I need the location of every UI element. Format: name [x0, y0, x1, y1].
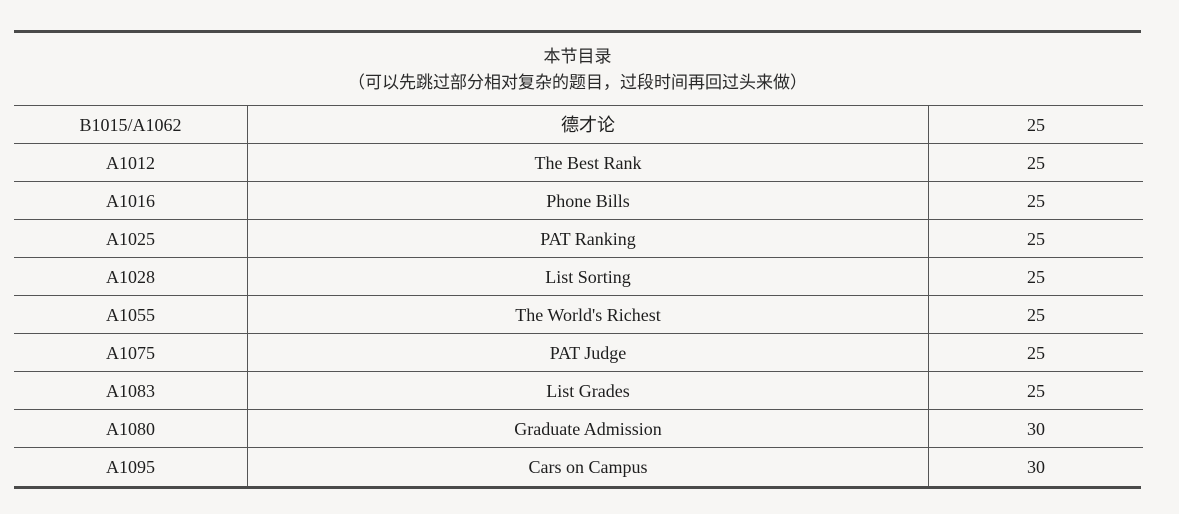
problem-id: A1095 [14, 447, 248, 486]
table-row: A1080 Graduate Admission 30 [14, 409, 1143, 448]
table-row: A1028 List Sorting 25 [14, 257, 1143, 296]
problem-score: 30 [928, 409, 1143, 448]
problem-title: List Sorting [247, 257, 929, 296]
problem-id: A1075 [14, 333, 248, 372]
section-title: 本节目录 [543, 47, 612, 66]
problem-id: A1083 [14, 371, 248, 410]
problem-id: A1016 [14, 181, 248, 220]
problem-id: A1028 [14, 257, 248, 296]
problem-id: A1055 [14, 295, 248, 334]
table-row: A1016 Phone Bills 25 [14, 181, 1143, 220]
table-row: A1055 The World's Richest 25 [14, 295, 1143, 334]
table-row: A1083 List Grades 25 [14, 371, 1143, 410]
problem-score: 25 [928, 257, 1143, 296]
problem-score: 30 [928, 447, 1143, 486]
bottom-rule [14, 485, 1141, 489]
problem-score: 25 [928, 181, 1143, 220]
problem-score: 25 [928, 143, 1143, 182]
problem-score: 25 [928, 371, 1143, 410]
problem-title: The Best Rank [247, 143, 929, 182]
problem-title: PAT Ranking [247, 219, 929, 258]
problem-title: Phone Bills [247, 181, 929, 220]
problem-id: A1080 [14, 409, 248, 448]
problem-title: Cars on Campus [247, 447, 929, 486]
problem-title: List Grades [247, 371, 929, 410]
section-subtitle: （可以先跳过部分相对复杂的题目，过段时间再回过头来做） [348, 73, 807, 92]
table-row: A1012 The Best Rank 25 [14, 143, 1143, 182]
problem-title: PAT Judge [247, 333, 929, 372]
problem-score: 25 [928, 295, 1143, 334]
problem-id: A1012 [14, 143, 248, 182]
table-row: B1015/A1062 德才论 25 [14, 105, 1143, 144]
problem-score: 25 [928, 105, 1143, 144]
problem-id: B1015/A1062 [14, 105, 248, 144]
table-row: A1025 PAT Ranking 25 [14, 219, 1143, 258]
problem-title: The World's Richest [247, 295, 929, 334]
problem-title: Graduate Admission [247, 409, 929, 448]
problem-rows: B1015/A1062 德才论 25 A1012 The Best Rank 25 A101… [14, 105, 1143, 486]
problem-id: A1025 [14, 219, 248, 258]
problem-score: 25 [928, 333, 1143, 372]
table-row: A1095 Cars on Campus 30 [14, 447, 1143, 486]
problem-score: 25 [928, 219, 1143, 258]
problem-title: 德才论 [247, 105, 929, 144]
section-contents-table: 本节目录 （可以先跳过部分相对复杂的题目，过段时间再回过头来做） B1015/A… [14, 30, 1143, 489]
problem-table: B1015/A1062 德才论 25 A1012 The Best Rank 25 A101… [14, 105, 1143, 486]
table-row: A1075 PAT Judge 25 [14, 333, 1143, 372]
table-caption: 本节目录 （可以先跳过部分相对复杂的题目，过段时间再回过头来做） [14, 33, 1141, 105]
